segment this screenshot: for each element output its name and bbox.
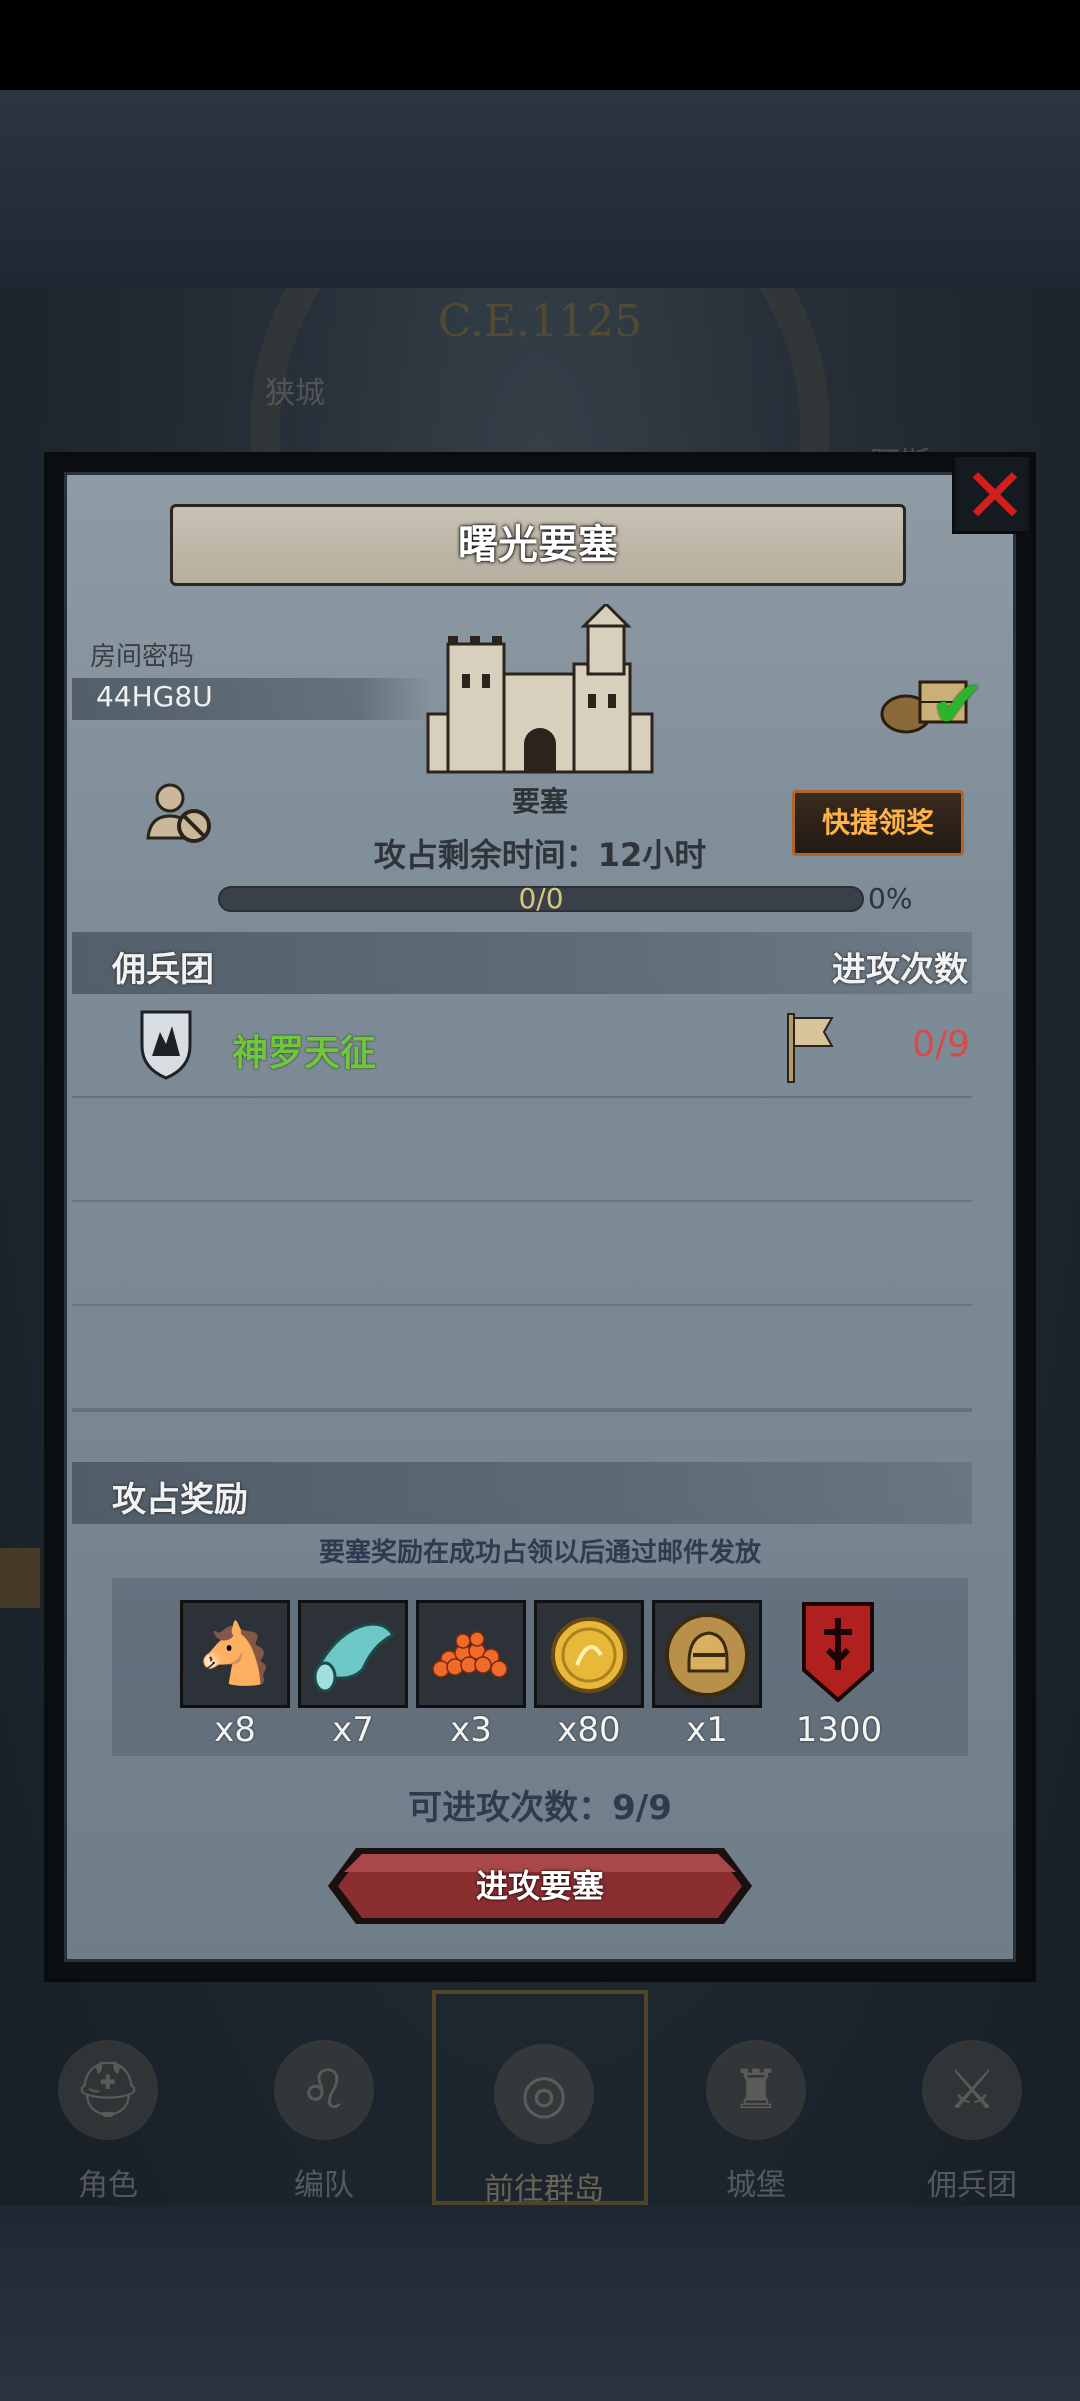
- empty-mercenary-slot: [72, 1410, 972, 1412]
- reward-qty: x7: [332, 1710, 374, 1750]
- progress-percent: 0%: [868, 882, 913, 915]
- empty-mercenary-slot: [72, 1098, 972, 1202]
- reward-qty: x80: [557, 1710, 621, 1750]
- attacks-remaining: 可进攻次数：9/9: [408, 1788, 672, 1828]
- room-code[interactable]: 44HG8U: [96, 680, 213, 713]
- reward-header: 攻占奖励: [112, 1480, 248, 1520]
- reward-qty: 1300: [795, 1710, 883, 1750]
- time-remaining: 攻占剩余时间：12小时: [373, 836, 707, 874]
- shield-icon: [140, 1010, 192, 1080]
- reward-item[interactable]: [534, 1600, 644, 1708]
- check-icon: ✔: [930, 666, 986, 743]
- horse-icon: 🐴: [197, 1619, 273, 1689]
- reward-note: 要塞奖励在成功占领以后通过邮件发放: [318, 1538, 761, 1568]
- empty-mercenary-slot: [72, 1306, 972, 1410]
- quick-claim-button[interactable]: 快捷领奖: [792, 790, 964, 856]
- attack-button-label: 进攻要塞: [475, 1867, 604, 1905]
- attack-count-header: 进攻次数: [832, 950, 968, 990]
- reward-qty: x1: [686, 1710, 728, 1750]
- empty-mercenary-slot: [72, 1202, 972, 1306]
- reward-item[interactable]: [416, 1600, 526, 1708]
- knight-medal-icon: [665, 1613, 749, 1697]
- caviar-icon: [432, 1631, 508, 1678]
- cloth-icon: [312, 1622, 396, 1693]
- bottom-band: [0, 2205, 1080, 2401]
- mercenary-header: 佣兵团: [112, 950, 214, 990]
- building-name: 要塞: [511, 785, 568, 818]
- red-banner-icon[interactable]: [798, 1600, 878, 1704]
- status-bar: [0, 0, 1080, 90]
- reward-item[interactable]: [298, 1600, 408, 1708]
- close-icon: ✕: [963, 451, 1027, 540]
- fortress-icon: [426, 604, 654, 774]
- dialog-title: 曙光要塞: [458, 522, 618, 568]
- room-password-label: 房间密码: [90, 642, 195, 672]
- reward-qty: x3: [450, 1710, 492, 1750]
- reward-item[interactable]: 🐴: [180, 1600, 290, 1708]
- close-button[interactable]: ✕: [952, 451, 1032, 540]
- reward-qty: x8: [214, 1710, 256, 1750]
- mercenary-attack-count: 0/9: [912, 1024, 970, 1065]
- mercenary-name: 神罗天征: [232, 1033, 377, 1074]
- progress-value: 0/0: [518, 882, 564, 915]
- gold-coin-icon: [551, 1617, 627, 1693]
- top-band: [0, 90, 1080, 288]
- flag-icon: [787, 1013, 834, 1083]
- reward-item[interactable]: [652, 1600, 762, 1708]
- no-player-icon: [146, 783, 211, 843]
